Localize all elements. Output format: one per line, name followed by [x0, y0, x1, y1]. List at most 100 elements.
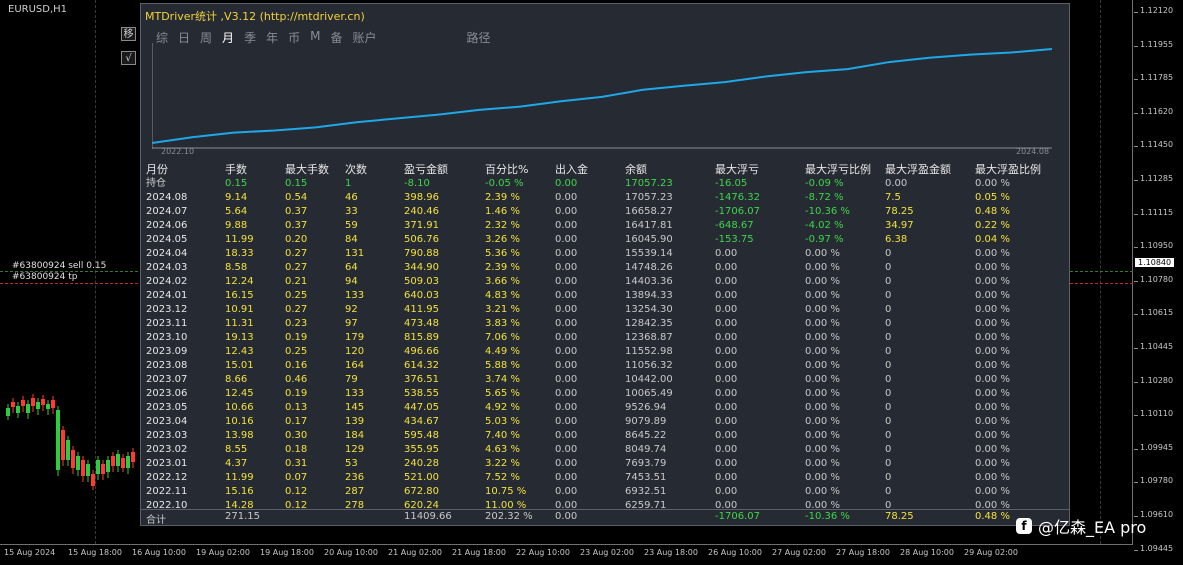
table-row: 2024.03 8.58 0.27 64 344.90 2.39 % 0.00 14748.2…: [146, 261, 1061, 275]
cell: 8.66: [225, 374, 248, 385]
cell: 0.30: [285, 430, 308, 441]
cell: 0.00: [555, 360, 578, 371]
cell: 16.15: [225, 290, 254, 301]
price-axis[interactable]: 1.10840 1.12120 1.11955 1.11785 1.11620 1.11…: [1134, 0, 1183, 565]
table-row: 2022.11 15.16 0.12 287 672.80 10.75 % 0.00 6932…: [146, 485, 1061, 499]
price-tick: [1134, 45, 1138, 47]
cell: -1476.32: [715, 192, 760, 203]
candle-body: [6, 408, 10, 416]
cell: 0: [885, 346, 892, 357]
time-axis[interactable]: 15 Aug 2024 15 Aug 18:00 16 Aug 10:00 19 Au…: [0, 546, 1133, 565]
cell: 9079.89: [625, 416, 667, 427]
cell: 12.24: [225, 276, 254, 287]
price-label: 1.11955: [1140, 39, 1174, 49]
cell: 0.00: [555, 458, 578, 469]
price-flag: 1.10840: [1135, 258, 1175, 267]
cell: 815.89: [404, 332, 439, 343]
candle-body: [91, 474, 95, 486]
cell: 9526.94: [625, 402, 667, 413]
cell: 2024.05: [146, 234, 188, 245]
candle-body: [26, 404, 30, 413]
cell: 0.00: [555, 178, 578, 189]
time-label: 23 Aug 02:00: [580, 548, 634, 557]
totals-percent: 202.32 %: [485, 511, 533, 522]
cell: 0.27: [285, 262, 308, 273]
cell: 0.27: [285, 304, 308, 315]
candle-body: [56, 410, 60, 470]
cell: -0.97 %: [805, 234, 844, 245]
cell: 84: [345, 234, 358, 245]
symbol-label: EURUSD,H1: [8, 4, 68, 15]
cell: 0.46: [285, 374, 308, 385]
cell: 12842.35: [625, 318, 673, 329]
price-tick: [1134, 280, 1138, 282]
cell: 0.54: [285, 192, 308, 203]
cell: 最大手数: [285, 163, 329, 176]
cell: 97: [345, 318, 358, 329]
cell: 0.25: [285, 346, 308, 357]
cell: 145: [345, 402, 365, 413]
cell: 0.00: [715, 290, 738, 301]
price-label: 1.09780: [1140, 476, 1174, 486]
cell: 17057.23: [625, 178, 673, 189]
cell: 595.48: [404, 430, 439, 441]
cell: 12.43: [225, 346, 254, 357]
cell: 14748.26: [625, 262, 673, 273]
cell: 355.95: [404, 444, 439, 455]
price-label: 1.10950: [1140, 241, 1174, 251]
price-label: 1.11620: [1140, 106, 1174, 116]
time-label: 19 Aug 02:00: [196, 548, 250, 557]
totals-profit: 11409.66: [404, 511, 452, 522]
price-tick: [1134, 314, 1138, 316]
cell: 7.52 %: [485, 472, 520, 483]
cell: 3.26 %: [485, 234, 520, 245]
candle-body: [66, 440, 70, 460]
cell: 3.22 %: [485, 458, 520, 469]
price-label: 1.11785: [1140, 73, 1174, 83]
cell: 0.22 %: [975, 220, 1010, 231]
cell: 0.00 %: [805, 248, 840, 259]
cell: 13894.33: [625, 290, 673, 301]
cell: 0.00: [715, 430, 738, 441]
price-tick: [1134, 247, 1138, 249]
stats-panel: MTDriver统计 ,V3.12 (http://mtdriver.cn) 综…: [140, 3, 1070, 526]
cell: 8049.74: [625, 444, 667, 455]
cell: 2023.03: [146, 430, 188, 441]
price-label: 1.11450: [1140, 140, 1174, 150]
cell: 0.00 %: [805, 416, 840, 427]
check-button[interactable]: √: [121, 51, 136, 65]
candle-body: [116, 454, 120, 466]
watermark-text: @亿森_EA pro: [1038, 518, 1147, 537]
cell: 0.15: [285, 178, 308, 189]
cell: 7453.51: [625, 472, 667, 483]
cell: 次数: [345, 163, 367, 176]
time-label: 28 Aug 10:00: [900, 548, 954, 557]
cell: 16658.27: [625, 206, 673, 217]
watermark: f @亿森_EA pro: [1016, 514, 1146, 538]
cell: 0.37: [285, 220, 308, 231]
move-button[interactable]: 移: [121, 27, 136, 41]
cell: 3.74 %: [485, 374, 520, 385]
price-label: 1.10445: [1140, 342, 1174, 351]
cell: 0.00 %: [805, 360, 840, 371]
cell: 0.37: [285, 206, 308, 217]
cell: 120: [345, 346, 365, 357]
cell: 2023.08: [146, 360, 188, 371]
cell: 2.39 %: [485, 262, 520, 273]
cell: 473.48: [404, 318, 439, 329]
cell: 1.46 %: [485, 206, 520, 217]
cell: 0.00 %: [975, 472, 1010, 483]
price-tick: [1134, 348, 1138, 349]
cell: 持仓: [146, 178, 166, 189]
price-label: 1.09945: [1140, 442, 1174, 452]
curve-start-date: 2022.10: [161, 147, 195, 156]
cell: 0.00 %: [805, 402, 840, 413]
cell: 14403.36: [625, 276, 673, 287]
cell: 538.55: [404, 388, 439, 399]
cell: 434.67: [404, 416, 439, 427]
cell: 13254.30: [625, 304, 673, 315]
totals-deposit: 0.00: [555, 511, 578, 522]
candle-body: [126, 456, 130, 468]
cell: -1706.07: [715, 206, 760, 217]
cell: 0.00: [555, 220, 578, 231]
